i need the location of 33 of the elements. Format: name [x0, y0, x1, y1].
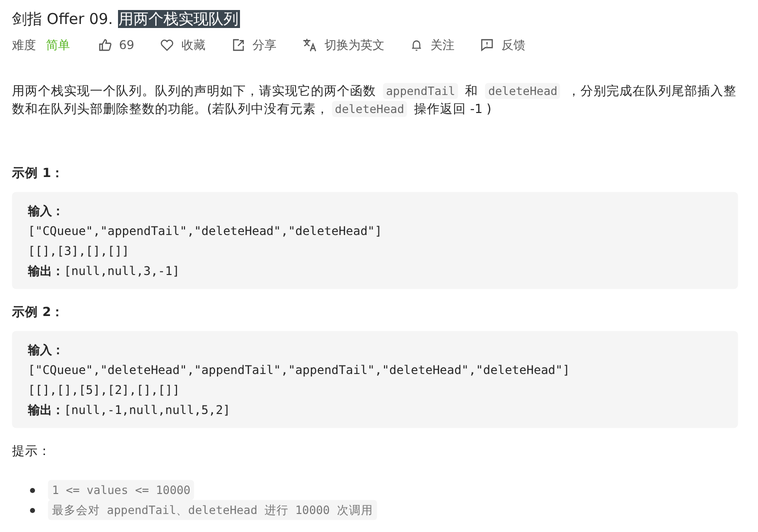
- share-button[interactable]: 分享: [231, 36, 276, 54]
- code-line: [[],[3],[],[]]: [28, 243, 130, 260]
- input-label: 输入：: [28, 204, 64, 218]
- hint-item: 最多会对 appendTail、deleteHead 进行 10000 次调用: [48, 500, 377, 520]
- feedback-icon: [480, 38, 494, 52]
- example-heading: 示例 2：: [12, 303, 66, 321]
- output-label: 输出：: [28, 264, 64, 278]
- like-button[interactable]: 69: [98, 38, 134, 52]
- output-value: [null,-1,null,null,5,2]: [64, 403, 230, 417]
- problem-title: 剑指 Offer 09. 用两个栈实现队列: [12, 9, 241, 30]
- feedback-button[interactable]: 反馈: [480, 36, 526, 54]
- code-line: ["CQueue","appendTail","deleteHead","deleteHead"]: [28, 223, 384, 240]
- hint-item: 1 <= values <= 10000: [48, 480, 194, 500]
- code-line: ["CQueue","deleteHead","appendTail","appendTail","deleteHead","deleteHead"]: [28, 362, 571, 379]
- bullet-icon: [30, 508, 35, 512]
- input-label: 输入：: [28, 343, 64, 357]
- output-label: 输出：: [28, 403, 64, 417]
- favorite-button[interactable]: 收藏: [160, 36, 206, 54]
- follow-button[interactable]: 关注: [410, 36, 454, 54]
- output-value: [null,null,3,-1]: [64, 264, 180, 278]
- thumbs-up-icon: [98, 38, 112, 52]
- hints-heading: 提示：: [12, 442, 52, 460]
- bullet-icon: [30, 488, 35, 492]
- translate-icon: [302, 38, 318, 52]
- bell-icon: [410, 38, 424, 52]
- example-heading: 示例 1：: [12, 164, 66, 182]
- share-icon: [231, 38, 246, 52]
- difficulty-label: 难度: [12, 36, 36, 54]
- code-line: [[],[],[5],[2],[],[]]: [28, 382, 181, 399]
- translate-button[interactable]: 切换为英文: [302, 36, 384, 54]
- heart-icon: [160, 38, 174, 52]
- problem-description: 用两个栈实现一个队列。队列的声明如下，请实现它的两个函数 appendTail 和 deleteHead ，分别完成在队列尾部插入整数和在队列头部删除整数的功能。(若队列中没有元素， deleteHead 操作返回 -1 ): [12, 82, 738, 118]
- difficulty-value: 简单: [46, 36, 70, 54]
